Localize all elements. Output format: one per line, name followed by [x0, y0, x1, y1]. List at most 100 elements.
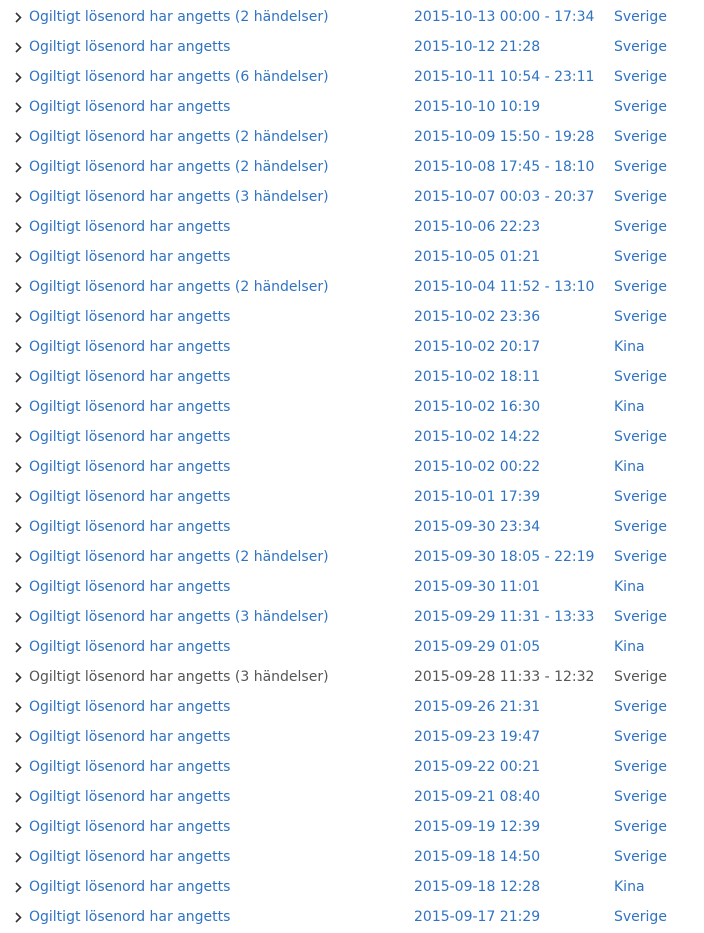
activity-row[interactable]: Ogiltigt lösenord har angetts (3 händels…: [0, 662, 704, 692]
activity-label: Ogiltigt lösenord har angetts: [29, 309, 231, 325]
chevron-right-icon[interactable]: [13, 32, 23, 62]
activity-label: Ogiltigt lösenord har angetts (2 händels…: [29, 549, 329, 565]
chevron-right-icon[interactable]: [13, 812, 23, 842]
activity-date: 2015-09-21 08:40: [414, 789, 541, 805]
activity-date: 2015-10-04 11:52 - 13:10: [414, 279, 595, 295]
activity-label: Ogiltigt lösenord har angetts: [29, 519, 231, 535]
chevron-right-icon[interactable]: [13, 122, 23, 152]
activity-date: 2015-10-02 23:36: [414, 309, 541, 325]
chevron-right-icon[interactable]: [13, 152, 23, 182]
activity-location: Sverige: [614, 219, 667, 235]
activity-row[interactable]: Ogiltigt lösenord har angetts 2015-09-21 …: [0, 782, 704, 812]
activity-date: 2015-09-26 21:31: [414, 699, 541, 715]
activity-row[interactable]: Ogiltigt lösenord har angetts (3 händels…: [0, 182, 704, 212]
activity-row[interactable]: Ogiltigt lösenord har angetts 2015-10-02 …: [0, 392, 704, 422]
activity-row[interactable]: Ogiltigt lösenord har angetts 2015-09-26 …: [0, 692, 704, 722]
activity-row[interactable]: Ogiltigt lösenord har angetts (2 händels…: [0, 152, 704, 182]
activity-row[interactable]: Ogiltigt lösenord har angetts 2015-10-06 …: [0, 212, 704, 242]
activity-row[interactable]: Ogiltigt lösenord har angetts 2015-09-30 …: [0, 572, 704, 602]
activity-date: 2015-10-01 17:39: [414, 489, 541, 505]
activity-location: Sverige: [614, 759, 667, 775]
activity-row[interactable]: Ogiltigt lösenord har angetts 2015-10-01 …: [0, 482, 704, 512]
activity-row[interactable]: Ogiltigt lösenord har angetts (2 händels…: [0, 272, 704, 302]
activity-row[interactable]: Ogiltigt lösenord har angetts 2015-10-12 …: [0, 32, 704, 62]
activity-row[interactable]: Ogiltigt lösenord har angetts 2015-10-05 …: [0, 242, 704, 272]
activity-location: Kina: [614, 579, 645, 595]
activity-row[interactable]: Ogiltigt lösenord har angetts (6 händels…: [0, 62, 704, 92]
activity-label: Ogiltigt lösenord har angetts: [29, 579, 231, 595]
chevron-right-icon[interactable]: [13, 752, 23, 782]
activity-date: 2015-10-11 10:54 - 23:11: [414, 69, 595, 85]
chevron-right-icon[interactable]: [13, 242, 23, 272]
chevron-right-icon[interactable]: [13, 632, 23, 662]
chevron-right-icon[interactable]: [13, 662, 23, 692]
chevron-right-icon[interactable]: [13, 722, 23, 752]
activity-date: 2015-09-18 12:28: [414, 879, 541, 895]
activity-location: Sverige: [614, 909, 667, 925]
chevron-right-icon[interactable]: [13, 602, 23, 632]
activity-row[interactable]: Ogiltigt lösenord har angetts 2015-10-10 …: [0, 92, 704, 122]
activity-row[interactable]: Ogiltigt lösenord har angetts (2 händels…: [0, 122, 704, 152]
activity-location: Kina: [614, 339, 645, 355]
chevron-right-icon[interactable]: [13, 872, 23, 902]
chevron-right-icon[interactable]: [13, 2, 23, 32]
chevron-right-icon[interactable]: [13, 62, 23, 92]
activity-label: Ogiltigt lösenord har angetts: [29, 789, 231, 805]
chevron-right-icon[interactable]: [13, 572, 23, 602]
activity-row[interactable]: Ogiltigt lösenord har angetts 2015-09-17 …: [0, 902, 704, 932]
chevron-right-icon[interactable]: [13, 452, 23, 482]
activity-date: 2015-10-02 14:22: [414, 429, 541, 445]
chevron-right-icon[interactable]: [13, 902, 23, 932]
activity-row[interactable]: Ogiltigt lösenord har angetts (2 händels…: [0, 542, 704, 572]
activity-row[interactable]: Ogiltigt lösenord har angetts 2015-09-23 …: [0, 722, 704, 752]
activity-date: 2015-10-02 20:17: [414, 339, 541, 355]
chevron-right-icon[interactable]: [13, 182, 23, 212]
activity-label: Ogiltigt lösenord har angetts: [29, 249, 231, 265]
activity-location: Sverige: [614, 69, 667, 85]
activity-row[interactable]: Ogiltigt lösenord har angetts (2 händels…: [0, 2, 704, 32]
activity-row[interactable]: Ogiltigt lösenord har angetts 2015-10-02 …: [0, 332, 704, 362]
activity-row[interactable]: Ogiltigt lösenord har angetts 2015-10-02 …: [0, 362, 704, 392]
activity-location: Kina: [614, 399, 645, 415]
activity-date: 2015-10-05 01:21: [414, 249, 541, 265]
chevron-right-icon[interactable]: [13, 392, 23, 422]
chevron-right-icon[interactable]: [13, 362, 23, 392]
chevron-right-icon[interactable]: [13, 692, 23, 722]
activity-label: Ogiltigt lösenord har angetts: [29, 369, 231, 385]
chevron-right-icon[interactable]: [13, 542, 23, 572]
activity-date: 2015-09-22 00:21: [414, 759, 541, 775]
activity-row[interactable]: Ogiltigt lösenord har angetts 2015-09-18 …: [0, 842, 704, 872]
activity-location: Sverige: [614, 309, 667, 325]
chevron-right-icon[interactable]: [13, 482, 23, 512]
activity-row[interactable]: Ogiltigt lösenord har angetts 2015-09-18 …: [0, 872, 704, 902]
chevron-right-icon[interactable]: [13, 422, 23, 452]
activity-row[interactable]: Ogiltigt lösenord har angetts 2015-09-19 …: [0, 812, 704, 842]
activity-label: Ogiltigt lösenord har angetts: [29, 39, 231, 55]
activity-location: Sverige: [614, 669, 667, 685]
chevron-right-icon[interactable]: [13, 842, 23, 872]
chevron-right-icon[interactable]: [13, 272, 23, 302]
activity-label: Ogiltigt lösenord har angetts: [29, 489, 231, 505]
chevron-right-icon[interactable]: [13, 302, 23, 332]
activity-label: Ogiltigt lösenord har angetts: [29, 879, 231, 895]
activity-row[interactable]: Ogiltigt lösenord har angetts 2015-09-30 …: [0, 512, 704, 542]
activity-row[interactable]: Ogiltigt lösenord har angetts 2015-10-02 …: [0, 422, 704, 452]
activity-label: Ogiltigt lösenord har angetts: [29, 459, 231, 475]
activity-row[interactable]: Ogiltigt lösenord har angetts 2015-10-02 …: [0, 302, 704, 332]
activity-label: Ogiltigt lösenord har angetts: [29, 909, 231, 925]
chevron-right-icon[interactable]: [13, 92, 23, 122]
chevron-right-icon[interactable]: [13, 212, 23, 242]
activity-location: Sverige: [614, 369, 667, 385]
activity-row[interactable]: Ogiltigt lösenord har angetts 2015-09-29 …: [0, 632, 704, 662]
chevron-right-icon[interactable]: [13, 512, 23, 542]
activity-label: Ogiltigt lösenord har angetts (3 händels…: [29, 669, 329, 685]
activity-location: Sverige: [614, 99, 667, 115]
activity-label: Ogiltigt lösenord har angetts (3 händels…: [29, 609, 329, 625]
chevron-right-icon[interactable]: [13, 782, 23, 812]
activity-date: 2015-10-13 00:00 - 17:34: [414, 9, 595, 25]
activity-date: 2015-10-07 00:03 - 20:37: [414, 189, 595, 205]
activity-row[interactable]: Ogiltigt lösenord har angetts 2015-09-22 …: [0, 752, 704, 782]
activity-row[interactable]: Ogiltigt lösenord har angetts 2015-10-02 …: [0, 452, 704, 482]
chevron-right-icon[interactable]: [13, 332, 23, 362]
activity-row[interactable]: Ogiltigt lösenord har angetts (3 händels…: [0, 602, 704, 632]
